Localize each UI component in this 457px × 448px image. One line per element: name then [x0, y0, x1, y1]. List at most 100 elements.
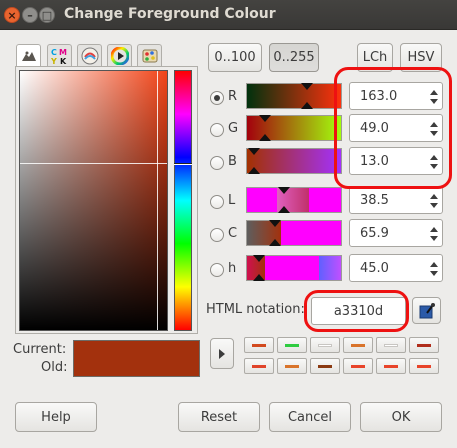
- slider-h-marker-top: [253, 255, 265, 262]
- radio-b[interactable]: [210, 156, 224, 170]
- slider-c[interactable]: [246, 220, 342, 246]
- history-swatch-9[interactable]: [310, 358, 340, 374]
- history-swatch-6[interactable]: [409, 337, 439, 353]
- slider-l-marker-bottom: [278, 206, 290, 213]
- title-bar: × – □ Change Foreground Colour: [0, 0, 457, 30]
- slider-r-marker-top: [301, 83, 313, 90]
- svg-text:K: K: [60, 57, 67, 65]
- html-notation-input[interactable]: a3310d: [311, 297, 406, 325]
- spin-down-icon[interactable]: [430, 271, 438, 276]
- wheel-icon: [110, 46, 129, 65]
- slider-l-marker-top: [278, 187, 290, 194]
- slider-g[interactable]: [246, 115, 342, 141]
- slider-h[interactable]: [246, 255, 342, 281]
- spin-b-value: 13.0: [360, 154, 389, 169]
- radio-r[interactable]: [210, 91, 224, 105]
- history-swatch-3[interactable]: [310, 337, 340, 353]
- crosshair-horizontal: [20, 163, 167, 164]
- history-swatch-1[interactable]: [244, 337, 274, 353]
- radio-l[interactable]: [210, 195, 224, 209]
- channel-label-r: R: [228, 89, 238, 104]
- spin-l-value: 38.5: [360, 193, 389, 208]
- history-swatch-color: [252, 365, 266, 368]
- slider-l[interactable]: [246, 187, 342, 213]
- history-swatch-10[interactable]: [343, 358, 373, 374]
- history-swatch-5[interactable]: [376, 337, 406, 353]
- spin-h[interactable]: 45.0: [349, 254, 443, 282]
- range-0-255-button[interactable]: 0..255: [269, 43, 319, 72]
- channel-label-g: G: [228, 121, 239, 136]
- help-button[interactable]: Help: [15, 402, 97, 432]
- slider-c-marker-top: [269, 220, 281, 227]
- spin-up-icon[interactable]: [430, 227, 438, 232]
- slider-g-marker-bottom: [259, 134, 271, 141]
- history-swatch-7[interactable]: [244, 358, 274, 374]
- range-0-100-button[interactable]: 0..100: [208, 43, 262, 72]
- hue-strip[interactable]: [174, 70, 192, 331]
- expand-history-button[interactable]: [210, 338, 234, 369]
- radio-c[interactable]: [210, 228, 224, 242]
- history-swatch-4[interactable]: [343, 337, 373, 353]
- spin-down-icon[interactable]: [430, 99, 438, 104]
- spin-up-icon[interactable]: [430, 262, 438, 267]
- spin-up-icon[interactable]: [430, 122, 438, 127]
- slider-r[interactable]: [246, 83, 342, 109]
- close-icon[interactable]: ×: [4, 7, 20, 23]
- history-swatch-color: [417, 344, 431, 347]
- old-label: Old:: [41, 360, 68, 375]
- eyedropper-button[interactable]: [412, 297, 441, 324]
- history-swatch-2[interactable]: [277, 337, 307, 353]
- spin-up-icon[interactable]: [430, 155, 438, 160]
- spin-down-icon[interactable]: [430, 164, 438, 169]
- hsv-button[interactable]: HSV: [400, 43, 442, 72]
- minimize-icon[interactable]: –: [22, 7, 38, 23]
- history-swatch-8[interactable]: [277, 358, 307, 374]
- spin-l[interactable]: 38.5: [349, 186, 443, 214]
- slider-b-marker-top: [248, 148, 260, 155]
- spin-b[interactable]: 13.0: [349, 147, 443, 175]
- history-swatch-color: [351, 344, 365, 347]
- history-swatch-color: [252, 344, 266, 347]
- slider-c-marker-bottom: [269, 239, 281, 246]
- spin-g-value: 49.0: [360, 121, 389, 136]
- cancel-button[interactable]: Cancel: [269, 402, 351, 432]
- radio-g[interactable]: [210, 123, 224, 137]
- spin-down-icon[interactable]: [430, 236, 438, 241]
- spin-up-icon[interactable]: [430, 194, 438, 199]
- spin-c-value: 65.9: [360, 226, 389, 241]
- tab-cmyk[interactable]: C M Y K: [47, 44, 72, 66]
- history-swatch-color: [285, 365, 299, 368]
- current-label: Current:: [13, 342, 67, 357]
- history-swatch-12[interactable]: [409, 358, 439, 374]
- watercolor-icon: [81, 47, 98, 64]
- spin-down-icon[interactable]: [430, 131, 438, 136]
- tab-gimp-selector[interactable]: [16, 44, 41, 67]
- tab-wheel[interactable]: [107, 44, 132, 66]
- cmyk-icon: C M Y K: [50, 48, 67, 65]
- slider-r-marker-bottom: [301, 102, 313, 109]
- reset-button[interactable]: Reset: [178, 402, 260, 432]
- history-swatch-11[interactable]: [376, 358, 406, 374]
- history-swatch-color: [318, 365, 332, 368]
- color-square[interactable]: [19, 70, 168, 331]
- radio-h[interactable]: [210, 263, 224, 277]
- html-notation-label: HTML notation:: [206, 302, 305, 317]
- slider-b[interactable]: [246, 148, 342, 174]
- ok-button[interactable]: OK: [360, 402, 442, 432]
- maximize-icon[interactable]: □: [39, 7, 55, 23]
- hue-marker: [174, 163, 192, 165]
- tab-watercolor[interactable]: [77, 44, 102, 66]
- history-swatch-color: [318, 344, 332, 347]
- spin-c[interactable]: 65.9: [349, 219, 443, 247]
- tab-palette[interactable]: [137, 44, 162, 66]
- spin-up-icon[interactable]: [430, 90, 438, 95]
- expand-arrow-icon: [219, 348, 225, 359]
- spin-g[interactable]: 49.0: [349, 114, 443, 142]
- svg-text:Y: Y: [50, 57, 57, 65]
- svg-text:C: C: [51, 48, 57, 57]
- history-swatch-color: [285, 344, 299, 347]
- spin-down-icon[interactable]: [430, 203, 438, 208]
- lch-button[interactable]: LCh: [357, 43, 393, 72]
- history-swatch-color: [351, 365, 365, 368]
- spin-r[interactable]: 163.0: [349, 82, 443, 110]
